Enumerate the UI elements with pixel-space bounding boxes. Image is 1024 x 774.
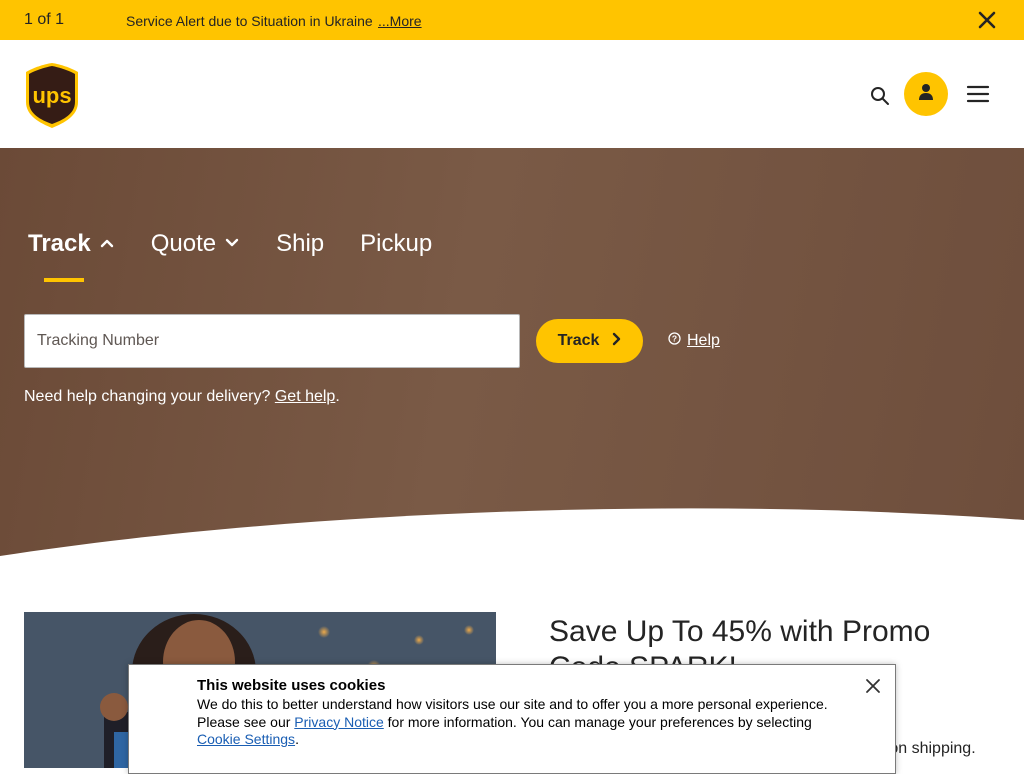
cookie-settings-link[interactable]: Cookie Settings	[197, 731, 295, 747]
cookie-message-line1: We do this to better understand how visi…	[197, 696, 828, 712]
ups-logo[interactable]: ups	[24, 62, 80, 128]
alert-counter: 1 of 1	[24, 11, 65, 28]
svg-text:ups: ups	[32, 83, 71, 108]
privacy-notice-link[interactable]: Privacy Notice	[294, 714, 383, 730]
cookie-title: This website uses cookies	[197, 677, 386, 694]
alert-more-link[interactable]: ...More	[378, 13, 422, 29]
alert-message: Service Alert due to Situation in Ukrain…	[126, 13, 373, 29]
chevron-up-icon	[91, 230, 115, 258]
tab-pickup[interactable]: Pickup	[360, 230, 432, 258]
active-tab-indicator	[44, 278, 84, 282]
delivery-help-question: Need help changing your delivery?	[24, 388, 271, 405]
hero-section: Track Quote Ship Pickup Track ? Help	[0, 148, 1024, 568]
tab-quote-label: Quote	[150, 230, 217, 257]
tracking-number-input[interactable]	[24, 314, 520, 368]
chevron-down-icon	[216, 230, 240, 258]
user-icon	[918, 83, 934, 106]
help-circle-icon: ?	[668, 332, 681, 350]
cookie-banner: This website uses cookies We do this to …	[128, 664, 896, 774]
help-link[interactable]: ? Help	[668, 332, 720, 350]
delivery-help-text: Need help changing your delivery? Get he…	[24, 388, 340, 406]
account-button[interactable]	[904, 72, 948, 116]
tab-track[interactable]: Track	[28, 230, 115, 258]
service-alert-bar: 1 of 1 Service Alert due to Situation in…	[0, 0, 1024, 40]
track-button-label: Track	[557, 332, 600, 349]
delivery-help-period: .	[335, 388, 340, 405]
close-icon[interactable]	[864, 677, 882, 695]
help-link-label: Help	[687, 332, 720, 349]
tab-ship-label: Ship	[276, 230, 325, 257]
cookie-message-line2-end: for more information. You can manage you…	[387, 713, 812, 730]
action-tabs: Track Quote Ship Pickup	[28, 230, 468, 258]
cookie-message: We do this to better understand how visi…	[197, 696, 857, 749]
cookie-message-period: .	[295, 731, 299, 747]
cookie-message-line2: Please see our	[197, 713, 291, 730]
get-help-link[interactable]: Get help	[275, 388, 335, 405]
search-icon[interactable]	[869, 85, 891, 107]
chevron-right-icon	[599, 332, 621, 351]
close-icon[interactable]	[976, 9, 998, 31]
site-header: ups	[0, 40, 1024, 148]
track-button[interactable]: Track	[536, 319, 643, 363]
hamburger-menu-icon[interactable]	[966, 84, 990, 104]
svg-text:?: ?	[672, 334, 677, 344]
tab-quote[interactable]: Quote	[151, 230, 240, 258]
tab-track-label: Track	[28, 230, 91, 257]
tab-ship[interactable]: Ship	[276, 230, 324, 258]
tab-pickup-label: Pickup	[360, 230, 433, 257]
